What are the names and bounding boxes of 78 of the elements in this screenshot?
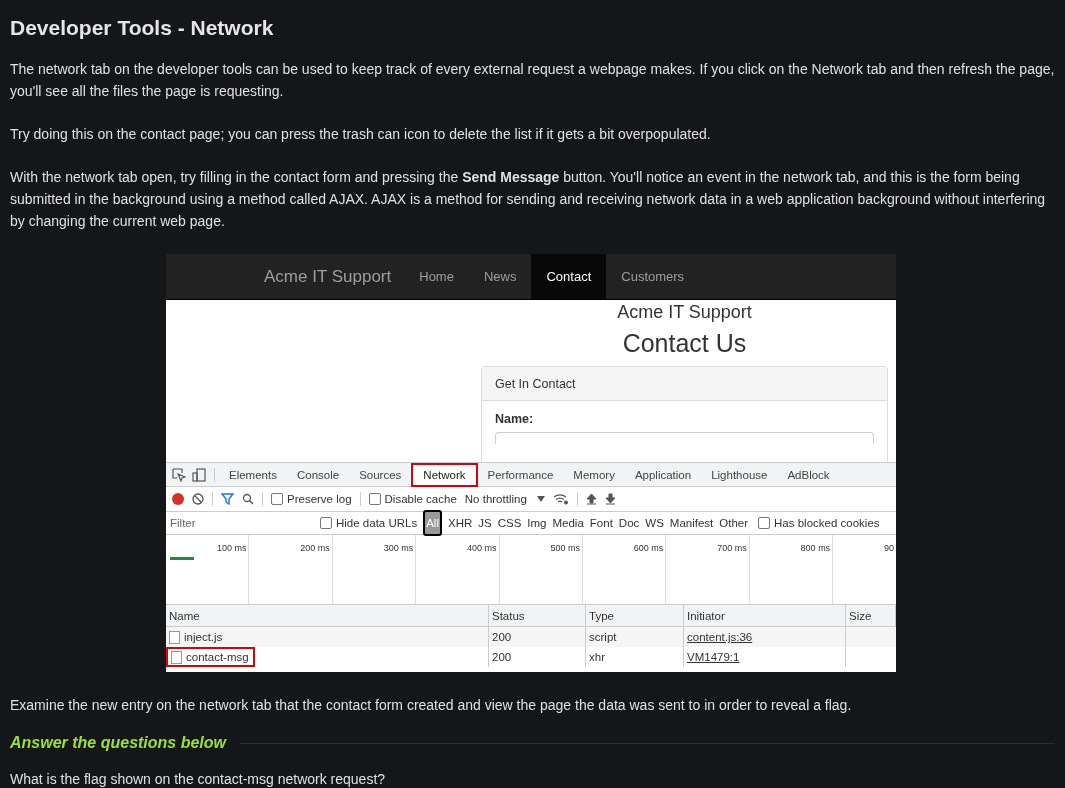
clear-icon[interactable] xyxy=(192,493,204,505)
time-tick: 200 ms xyxy=(300,542,330,555)
column-header[interactable]: Status xyxy=(489,605,586,626)
question-text: What is the flag shown on the contact-msg network request? xyxy=(10,770,387,788)
type-filter[interactable]: Img xyxy=(527,512,547,534)
initiator-link[interactable]: VM1479:1 xyxy=(687,646,740,668)
file-icon xyxy=(169,630,180,644)
nav-link[interactable]: Home xyxy=(404,254,469,299)
type-filter[interactable]: Other xyxy=(719,512,749,534)
caret-icon xyxy=(536,496,545,502)
paragraph: The network tab on the developer tools can be used to keep track of every external request a webpage makes. If you click on the Network tab and then refresh the page, you'll see all the files the page is requesting. xyxy=(10,60,1055,101)
nav-link[interactable]: Customers xyxy=(606,254,700,299)
column-header[interactable]: Initiator xyxy=(684,605,846,626)
time-tick: 90 xyxy=(884,542,894,555)
section-heading: Developer Tools - Network xyxy=(10,15,275,41)
checkbox-label: Preserve log xyxy=(287,492,352,507)
checkbox-label: Disable cache xyxy=(384,492,457,507)
request-bar xyxy=(170,557,194,560)
site-brand[interactable]: Acme IT Support xyxy=(264,254,405,299)
record-icon[interactable] xyxy=(172,493,184,505)
table-cell: xhr xyxy=(586,647,684,667)
devtools-tab[interactable]: Lighthouse xyxy=(701,462,778,487)
request-name[interactable]: inject.js xyxy=(166,627,227,647)
time-tick: 400 ms xyxy=(467,542,497,555)
checkbox[interactable] xyxy=(758,517,771,529)
paragraph: Try doing this on the contact page; you can press the trash can icon to delete the list if it gets a bit overpopulated. xyxy=(10,125,712,144)
time-tick: 800 ms xyxy=(800,542,831,555)
field-label: Name: xyxy=(495,411,535,427)
throttling-select[interactable]: No throttling xyxy=(464,488,545,510)
type-filter[interactable]: Doc xyxy=(618,512,640,534)
name-field[interactable] xyxy=(495,432,874,444)
search-icon[interactable] xyxy=(242,493,254,505)
page-heading: Acme IT Support xyxy=(617,302,752,322)
initiator-link[interactable]: content.js:36 xyxy=(687,626,753,648)
nav-link[interactable]: Contact xyxy=(531,254,607,299)
type-filter[interactable]: XHR xyxy=(447,512,473,534)
checkbox[interactable] xyxy=(320,517,332,529)
time-tick: 300 ms xyxy=(383,542,414,555)
checkbox[interactable] xyxy=(271,493,283,505)
time-tick: 600 ms xyxy=(633,542,664,555)
type-filter[interactable]: Font xyxy=(589,512,613,534)
column-header[interactable]: Size xyxy=(846,605,896,626)
type-filter[interactable]: Manifest xyxy=(669,512,714,534)
paragraph: With the network tab open, try filling in the contact form and pressing the Send Message button. You'll notice an event in the network tab, and this is the form being submitted in the background using a method called AJAX. AJAX is a method for sending and receiving network data in a web application background without interfering by changing the current web page. xyxy=(10,168,1047,231)
devtools-tab[interactable]: Sources xyxy=(349,462,412,487)
devtools-tab[interactable]: Memory xyxy=(563,462,625,487)
devtools-tab[interactable]: Application xyxy=(624,462,702,487)
table-cell: 200 xyxy=(489,647,586,667)
devtools-tab[interactable]: Elements xyxy=(219,462,287,487)
column-header[interactable]: Type xyxy=(586,605,684,626)
questions-heading: Answer the questions below xyxy=(10,733,227,753)
devtools-tab[interactable]: Console xyxy=(286,462,350,487)
download-icon[interactable] xyxy=(604,493,616,505)
upload-icon[interactable] xyxy=(585,493,597,505)
time-tick: 700 ms xyxy=(717,542,747,555)
time-tick: 500 ms xyxy=(550,542,580,555)
checkbox[interactable] xyxy=(368,493,381,505)
device-icon[interactable] xyxy=(192,467,206,482)
column-header[interactable]: Name xyxy=(166,605,489,626)
type-filter[interactable]: JS xyxy=(478,512,492,534)
nav-link[interactable]: News xyxy=(468,254,532,299)
inspect-icon[interactable] xyxy=(172,467,186,482)
checkbox-label: Hide data URLs xyxy=(336,516,418,531)
type-filter[interactable]: WS xyxy=(645,512,664,534)
request-name[interactable]: contact-msg xyxy=(166,647,255,667)
paragraph: Examine the new entry on the network tab that the contact form created and view the page the data was sent to in order to reveal a flag. xyxy=(10,696,853,715)
wifi-gear-icon[interactable] xyxy=(552,493,569,505)
devtools-tab[interactable]: Performance xyxy=(477,462,564,487)
filter-icon[interactable] xyxy=(221,493,234,505)
devtools-tab[interactable]: Network xyxy=(411,462,478,487)
card-header: Get In Contact xyxy=(482,367,887,401)
page-title: Contact Us xyxy=(622,328,747,358)
type-filter[interactable]: CSS xyxy=(497,512,522,534)
type-filter[interactable]: Media xyxy=(552,512,584,534)
time-tick: 100 ms xyxy=(216,542,247,555)
devtools-tab[interactable]: AdBlock xyxy=(777,462,840,487)
checkbox-label: Has blocked cookies xyxy=(774,516,880,531)
file-icon xyxy=(171,650,182,664)
